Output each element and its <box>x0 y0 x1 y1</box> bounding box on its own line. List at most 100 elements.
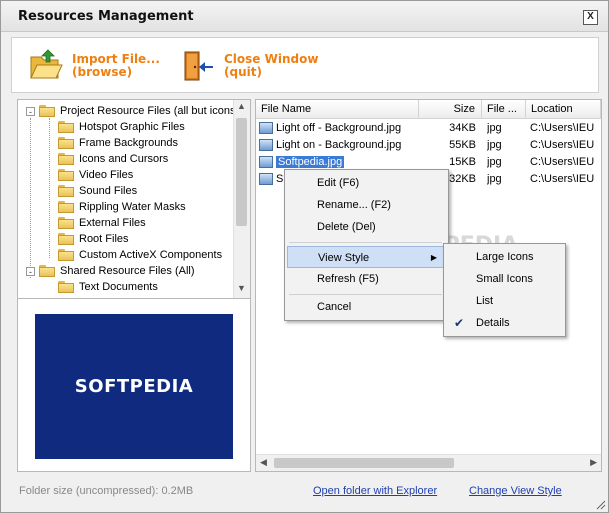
exit-door-icon <box>184 51 213 81</box>
tree-item-label: Video Files <box>79 169 134 181</box>
file-name-cell: Light on - Background.jpg <box>276 139 402 151</box>
resource-tree[interactable]: - Project Resource Files (all but icons) H… <box>17 99 251 299</box>
menu-separator <box>289 294 442 295</box>
scroll-right-icon[interactable]: ▶ <box>590 457 597 468</box>
scroll-left-icon[interactable]: ◀ <box>260 457 267 468</box>
open-folder-icon <box>30 49 63 79</box>
folder-icon <box>58 233 74 245</box>
tree-item[interactable]: Icons and Cursors <box>58 151 168 167</box>
tree-item-label: Hotspot Graphic Files <box>79 121 185 133</box>
file-type-cell: jpg <box>487 173 502 185</box>
folder-icon <box>39 265 55 277</box>
tree-item[interactable]: Rippling Water Masks <box>58 199 186 215</box>
file-location-cell: C:\Users\IEU <box>530 139 595 151</box>
menu-item-view-style-label: View Style <box>318 252 370 264</box>
submenu-item-details[interactable]: ✔ Details <box>446 312 561 334</box>
menu-item-rename[interactable]: Rename... (F2) <box>287 194 444 216</box>
tree-collapse-icon[interactable]: - <box>26 106 35 116</box>
menu-item-edit[interactable]: Edit (F6) <box>287 172 444 194</box>
file-row[interactable]: Light on - Background.jpg 55KB jpg C:\Users… <box>256 137 601 154</box>
file-type-cell: jpg <box>487 139 502 151</box>
preview-logo-text: SOFTPEDIA <box>74 376 194 397</box>
tree-item-label: External Files <box>79 217 146 229</box>
tree-item[interactable]: Text Documents <box>58 279 158 295</box>
menu-item-delete[interactable]: Delete (Del) <box>287 216 444 238</box>
checkmark-icon: ✔ <box>454 316 465 330</box>
scroll-up-icon[interactable]: ▲ <box>237 101 246 111</box>
tree-item-label: Rippling Water Masks <box>79 201 186 213</box>
close-window-icon[interactable]: X <box>583 10 598 25</box>
toolbar: Import File... (browse) Close Window (qu… <box>11 37 599 93</box>
file-type-cell: jpg <box>487 122 502 134</box>
file-location-cell: C:\Users\IEU <box>530 173 595 185</box>
import-file-sublabel: (browse) <box>72 65 133 79</box>
resize-grip-icon[interactable] <box>594 498 606 510</box>
tree-guide-line <box>30 118 31 278</box>
image-file-icon <box>259 139 273 151</box>
tree-guide-line <box>49 118 50 258</box>
title-bar: Resources Management X <box>1 1 608 32</box>
image-file-icon <box>259 156 273 168</box>
column-header-file-name[interactable]: File Name <box>256 100 419 119</box>
tree-item-label: Icons and Cursors <box>79 153 169 165</box>
folder-icon <box>58 281 74 293</box>
folder-icon <box>58 249 74 261</box>
tree-item-label: Sound Files <box>79 185 138 197</box>
folder-icon <box>39 105 55 117</box>
file-type-cell: jpg <box>487 156 502 168</box>
folder-icon <box>58 217 74 229</box>
tree-item-label: Shared Resource Files (All) <box>60 265 195 277</box>
tree-item[interactable]: - Shared Resource Files (All) <box>26 263 195 279</box>
tree-item-label: Frame Backgrounds <box>79 137 179 149</box>
tree-item[interactable]: Custom ActiveX Components <box>58 247 222 263</box>
folder-icon <box>58 169 74 181</box>
tree-item[interactable]: Frame Backgrounds <box>58 135 178 151</box>
list-h-scroll-thumb[interactable] <box>274 458 454 468</box>
tree-scrollbar[interactable]: ▲ ▼ <box>233 100 250 298</box>
column-header-file-type[interactable]: File ... <box>482 100 526 119</box>
image-file-icon <box>259 122 273 134</box>
change-view-style-link[interactable]: Change View Style <box>469 485 562 497</box>
import-file-label: Import File... <box>72 52 160 66</box>
file-name-cell: Light off - Background.jpg <box>276 122 402 134</box>
import-file-button[interactable]: Import File... (browse) <box>28 48 160 84</box>
file-size-cell: 55KB <box>449 139 476 151</box>
submenu-item-small-icons[interactable]: Small Icons <box>446 268 561 290</box>
column-header-location[interactable]: Location <box>526 100 601 119</box>
context-menu: Edit (F6) Rename... (F2) Delete (Del) Vi… <box>284 169 449 321</box>
tree-item-label: Root Files <box>79 233 129 245</box>
menu-item-cancel[interactable]: Cancel <box>287 296 444 318</box>
list-h-scrollbar[interactable]: ◀ ▶ <box>256 454 601 471</box>
tree-item[interactable]: Video Files <box>58 167 133 183</box>
tree-item-label: Custom ActiveX Components <box>79 249 223 261</box>
column-header-size[interactable]: Size <box>419 100 482 119</box>
resources-window: Resources Management X Import File... (b… <box>0 0 609 513</box>
submenu-item-details-label: Details <box>476 317 510 329</box>
tree-item[interactable]: Root Files <box>58 231 129 247</box>
submenu-item-large-icons[interactable]: Large Icons <box>446 246 561 268</box>
tree-scroll-thumb[interactable] <box>236 118 247 226</box>
folder-icon <box>58 153 74 165</box>
folder-icon <box>58 121 74 133</box>
open-folder-link[interactable]: Open folder with Explorer <box>313 485 437 497</box>
tree-item[interactable]: Hotspot Graphic Files <box>58 119 185 135</box>
image-file-icon <box>259 173 273 185</box>
window-title: Resources Management <box>18 9 194 24</box>
tree-item[interactable]: - Project Resource Files (all but icons) <box>26 103 239 119</box>
menu-item-refresh[interactable]: Refresh (F5) <box>287 268 444 290</box>
submenu-arrow-icon: ▶ <box>430 253 437 262</box>
file-location-cell: C:\Users\IEU <box>530 122 595 134</box>
file-row[interactable]: Light off - Background.jpg 34KB jpg C:\User… <box>256 120 601 137</box>
close-window-sublabel: (quit) <box>224 65 262 79</box>
scroll-down-icon[interactable]: ▼ <box>237 283 246 293</box>
menu-item-view-style[interactable]: View Style ▶ <box>287 246 444 268</box>
folder-icon <box>58 201 74 213</box>
submenu-item-list[interactable]: List <box>446 290 561 312</box>
close-window-button[interactable]: Close Window (quit) <box>180 48 318 84</box>
view-style-submenu: Large Icons Small Icons List ✔ Details <box>443 243 566 337</box>
selected-file-name: Softpedia.jpg <box>276 156 345 168</box>
tree-collapse-icon[interactable]: - <box>26 266 35 276</box>
preview-image: SOFTPEDIA <box>35 314 233 459</box>
tree-item[interactable]: Sound Files <box>58 183 137 199</box>
tree-item[interactable]: External Files <box>58 215 146 231</box>
